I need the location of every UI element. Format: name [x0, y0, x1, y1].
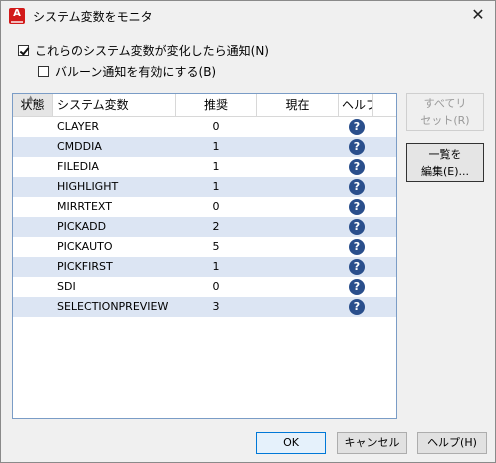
- title-bar: A システム変数をモニタ ✕: [1, 1, 495, 31]
- help-question-icon[interactable]: ?: [349, 259, 365, 275]
- help-question-icon[interactable]: ?: [349, 279, 365, 295]
- balloon-checkbox-row[interactable]: バルーン通知を有効にする(B): [38, 63, 216, 80]
- notify-checkbox-label: これらのシステム変数が変化したら通知(N): [35, 44, 269, 58]
- reset-all-button[interactable]: すべてリ セット(R): [406, 93, 484, 131]
- reset-all-label-1: すべてリ: [423, 97, 467, 110]
- table-row[interactable]: SELECTIONPREVIEW 3?: [13, 297, 396, 317]
- help-button[interactable]: ヘルプ(H): [417, 432, 487, 454]
- sysvar-recommended-value: 0: [212, 200, 220, 213]
- table-row[interactable]: FILEDIA 1?: [13, 157, 396, 177]
- sysvar-recommended-value: 2: [212, 220, 220, 233]
- sysvar-recommended-value: 1: [212, 180, 220, 193]
- table-row[interactable]: CLAYER 0?: [13, 117, 396, 137]
- sysvar-name: SDI: [57, 280, 76, 293]
- table-row[interactable]: HIGHLIGHT 1?: [13, 177, 396, 197]
- sysvar-recommended-value: 1: [212, 140, 220, 153]
- sysvar-name: PICKFIRST: [57, 260, 113, 273]
- table-header: ▲ 状態 システム変数 推奨 現在 ヘルプ: [13, 94, 396, 117]
- table-row[interactable]: PICKAUTO 5?: [13, 237, 396, 257]
- sysvar-name: PICKADD: [57, 220, 107, 233]
- sysvar-recommended-value: 1: [212, 160, 220, 173]
- sort-up-icon: ▲: [28, 94, 34, 102]
- help-question-icon[interactable]: ?: [349, 219, 365, 235]
- autocad-app-icon: A: [9, 8, 25, 24]
- table-row[interactable]: SDI 0?: [13, 277, 396, 297]
- help-question-icon[interactable]: ?: [349, 179, 365, 195]
- sysvar-name: MIRRTEXT: [57, 200, 112, 213]
- table-row[interactable]: PICKADD 2?: [13, 217, 396, 237]
- sysvar-table: ▲ 状態 システム変数 推奨 現在 ヘルプ CLAYER0?CMDDIA1?FI…: [12, 93, 397, 419]
- help-question-icon[interactable]: ?: [349, 299, 365, 315]
- close-icon[interactable]: ✕: [469, 6, 487, 24]
- sysvar-name: CMDDIA: [57, 140, 102, 153]
- notify-checkbox-row[interactable]: これらのシステム変数が変化したら通知(N): [18, 42, 269, 59]
- table-row[interactable]: PICKFIRST 1?: [13, 257, 396, 277]
- edit-list-button[interactable]: 一覧を 編集(E)...: [406, 143, 484, 182]
- help-question-icon[interactable]: ?: [349, 139, 365, 155]
- reset-all-label-2: セット(R): [420, 114, 470, 127]
- cancel-button[interactable]: キャンセル: [337, 432, 407, 454]
- table-row[interactable]: MIRRTEXT 0?: [13, 197, 396, 217]
- ok-button[interactable]: OK: [256, 432, 326, 454]
- sysvar-name: HIGHLIGHT: [57, 180, 119, 193]
- help-question-icon[interactable]: ?: [349, 199, 365, 215]
- sysvar-name: PICKAUTO: [57, 240, 113, 253]
- balloon-checkbox-label: バルーン通知を有効にする(B): [55, 65, 217, 79]
- sysvar-recommended-value: 1: [212, 260, 220, 273]
- help-question-icon[interactable]: ?: [349, 239, 365, 255]
- help-question-icon[interactable]: ?: [349, 119, 365, 135]
- table-row[interactable]: CMDDIA 1?: [13, 137, 396, 157]
- sysvar-name: SELECTIONPREVIEW: [57, 300, 169, 313]
- sysvar-recommended-value: 5: [212, 240, 220, 253]
- notify-checkbox[interactable]: [18, 45, 29, 56]
- help-question-icon[interactable]: ?: [349, 159, 365, 175]
- column-header-recommended[interactable]: 推奨: [176, 94, 257, 116]
- sysvar-name: FILEDIA: [57, 160, 99, 173]
- column-header-help[interactable]: ヘルプ: [339, 94, 373, 116]
- column-header-sysvar[interactable]: システム変数: [53, 94, 176, 116]
- column-header-status[interactable]: ▲ 状態: [13, 94, 53, 116]
- dialog-title: システム変数をモニタ: [33, 10, 153, 24]
- sysvar-recommended-value[interactable]: 0: [176, 117, 256, 137]
- sysvar-recommended-value: 0: [212, 280, 220, 293]
- edit-list-label-1: 一覧を: [428, 148, 462, 161]
- sysvar-name: CLAYER: [57, 120, 100, 133]
- edit-list-label-2: 編集(E)...: [420, 165, 470, 178]
- balloon-checkbox[interactable]: [38, 66, 49, 77]
- column-header-current[interactable]: 現在: [257, 94, 339, 116]
- monitor-sysvars-dialog: A システム変数をモニタ ✕ これらのシステム変数が変化したら通知(N) バルー…: [0, 0, 496, 463]
- sysvar-recommended-value: 3: [212, 300, 220, 313]
